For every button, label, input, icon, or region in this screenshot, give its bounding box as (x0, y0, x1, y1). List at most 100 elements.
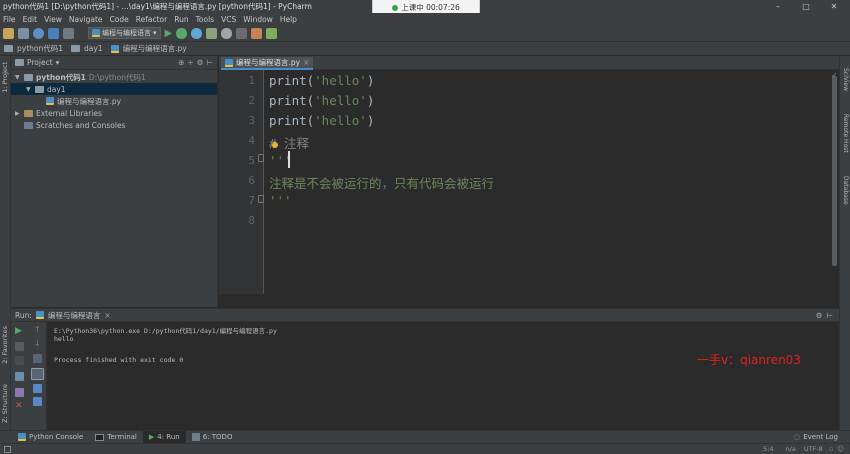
close-window-button[interactable]: ✕ (820, 0, 848, 13)
maximize-button[interactable]: □ (792, 0, 820, 13)
tree-item[interactable]: ▼ python代码1 D:\python代码1 (11, 71, 217, 83)
profile-icon[interactable] (206, 27, 218, 39)
run-panel-label: Run: (15, 310, 32, 320)
minimize-button[interactable]: – (764, 0, 792, 13)
status-bar-toggle-icon[interactable] (4, 445, 11, 453)
code-editor[interactable]: print('hello') print('hello') print('hello… (264, 70, 830, 294)
stop-icon[interactable] (236, 27, 248, 39)
run-tab[interactable]: ▶ 4: Run (142, 430, 186, 444)
terminal-tab[interactable]: Terminal (89, 431, 143, 444)
chevron-down-icon[interactable]: ▾ (56, 58, 60, 67)
caret-position[interactable]: 5:4 (763, 445, 773, 453)
print-icon[interactable] (33, 384, 42, 393)
menu-view[interactable]: View (44, 15, 62, 24)
intention-bulb-icon[interactable] (272, 142, 278, 148)
code-line[interactable]: print('hello') (269, 113, 374, 128)
hide-panel-icon[interactable]: ⊢ (206, 58, 213, 67)
scroll-to-end-icon[interactable] (31, 368, 44, 380)
inspector-icon[interactable]: ☺ (837, 445, 844, 453)
code-token: ''' (269, 193, 292, 208)
lock-icon[interactable]: ▫ (829, 445, 833, 453)
debug-icon[interactable] (176, 27, 188, 39)
tree-item[interactable]: ▼ day1 (11, 83, 217, 95)
breadcrumb-project[interactable]: python代码1 (17, 43, 63, 54)
breadcrumb-folder[interactable]: day1 (84, 44, 103, 53)
run-console[interactable]: E:\Python36\python.exe D:/python代码1/day1… (47, 322, 839, 430)
database-tool-tab[interactable]: Database (842, 176, 849, 205)
run-tab-label[interactable]: 编程与编程语言 (48, 310, 101, 321)
vcs-update-icon[interactable] (266, 27, 278, 39)
trash-icon[interactable] (33, 397, 42, 406)
rerun-icon[interactable]: ▶ (15, 326, 22, 336)
python-console-tab[interactable]: Python Console (12, 431, 89, 444)
python-console-icon (18, 433, 26, 441)
chevron-down-icon[interactable]: ▼ (26, 86, 32, 93)
inspection-ok-icon[interactable]: ✓ (831, 71, 838, 80)
concurrency-icon[interactable] (221, 27, 233, 39)
chevron-down-icon: ▾ (153, 29, 157, 37)
event-log-tab[interactable]: ◌ Event Log (788, 431, 850, 444)
pin-icon[interactable] (15, 388, 24, 397)
code-line[interactable]: 注释是不会被运行的，只有代码会被运行 (269, 173, 494, 192)
menu-code[interactable]: Code (110, 15, 129, 24)
settings-wrench-icon[interactable] (251, 27, 263, 39)
breadcrumb: python代码1 day1 编程与编程语言.py (0, 42, 850, 56)
file-encoding[interactable]: UTF-8 (804, 445, 823, 453)
line-separator[interactable]: n/a (786, 445, 796, 453)
pause-icon[interactable] (15, 356, 24, 365)
chevron-down-icon[interactable]: ▼ (15, 74, 21, 81)
menu-help[interactable]: Help (280, 15, 297, 24)
back-arrow-icon[interactable] (48, 27, 59, 39)
close-tab-icon[interactable]: × (303, 58, 309, 67)
locate-icon[interactable]: ⊕ (178, 58, 184, 67)
structure-tool-tab[interactable]: Z: Structure (1, 384, 9, 423)
menu-tools[interactable]: Tools (196, 15, 214, 24)
gear-icon[interactable]: ⚙ (197, 58, 204, 67)
forward-arrow-icon[interactable] (63, 27, 74, 39)
project-panel: Project ▾ ⊕ ÷ ⚙ ⊢ ▼ python代码1 D:\python代码1… (11, 56, 218, 307)
menu-window[interactable]: Window (243, 15, 273, 24)
restore-layout-icon[interactable] (15, 372, 24, 381)
run-configuration-select[interactable]: 编程与编程语言 ▾ (88, 27, 161, 39)
tree-item[interactable]: 编程与编程语言.py (11, 95, 217, 107)
sync-icon[interactable] (33, 27, 44, 39)
menu-vcs[interactable]: VCS (221, 15, 236, 24)
code-line[interactable]: print('hello') (269, 93, 374, 108)
sciview-tool-tab[interactable]: SciView (842, 68, 849, 91)
folder-icon (35, 85, 44, 93)
menu-run[interactable]: Run (174, 15, 188, 24)
tree-item[interactable]: Scratches and Consoles (11, 119, 217, 131)
code-line[interactable]: print('hello') (269, 73, 374, 88)
open-folder-icon[interactable] (3, 27, 14, 39)
todo-tab[interactable]: 6: TODO (186, 431, 239, 444)
arrow-up-icon[interactable]: ↑ (34, 325, 41, 334)
stop-icon[interactable] (15, 342, 24, 351)
project-view-select[interactable]: Project (27, 58, 53, 67)
menu-file[interactable]: File (3, 15, 16, 24)
coverage-icon[interactable] (191, 27, 203, 39)
tree-item[interactable]: ▶ External Libraries (11, 107, 217, 119)
close-run-tab-icon[interactable]: × (104, 311, 110, 320)
collapse-all-icon[interactable]: ÷ (187, 58, 193, 67)
gear-icon[interactable]: ⚙ (816, 311, 823, 320)
menu-refactor[interactable]: Refactor (136, 15, 167, 24)
hide-panel-icon[interactable]: ⊢ (826, 311, 833, 320)
editor-tab-active[interactable]: 编程与编程语言.py × (221, 57, 314, 70)
arrow-down-icon[interactable]: ↓ (34, 339, 41, 348)
run-play-icon[interactable]: ▶ (165, 28, 173, 39)
wrap-lines-icon[interactable] (33, 354, 42, 363)
code-token: ) (366, 93, 375, 108)
editor-scrollbar[interactable] (832, 76, 837, 266)
run-configuration-label: 编程与编程语言 (102, 29, 151, 37)
main-toolbar: 编程与编程语言 ▾ ▶ (0, 25, 850, 42)
project-tool-tab[interactable]: 1: Project (1, 62, 9, 93)
close-icon[interactable]: ✕ (15, 401, 23, 411)
breadcrumb-file[interactable]: 编程与编程语言.py (123, 43, 187, 54)
menu-navigate[interactable]: Navigate (69, 15, 103, 24)
save-all-icon[interactable] (18, 27, 29, 39)
code-line[interactable]: ''' (269, 193, 292, 208)
favorites-tool-tab[interactable]: 2: Favorites (1, 326, 9, 364)
chevron-right-icon[interactable]: ▶ (15, 110, 21, 117)
remote-host-tool-tab[interactable]: Remote Host (842, 114, 849, 153)
menu-edit[interactable]: Edit (23, 15, 38, 24)
